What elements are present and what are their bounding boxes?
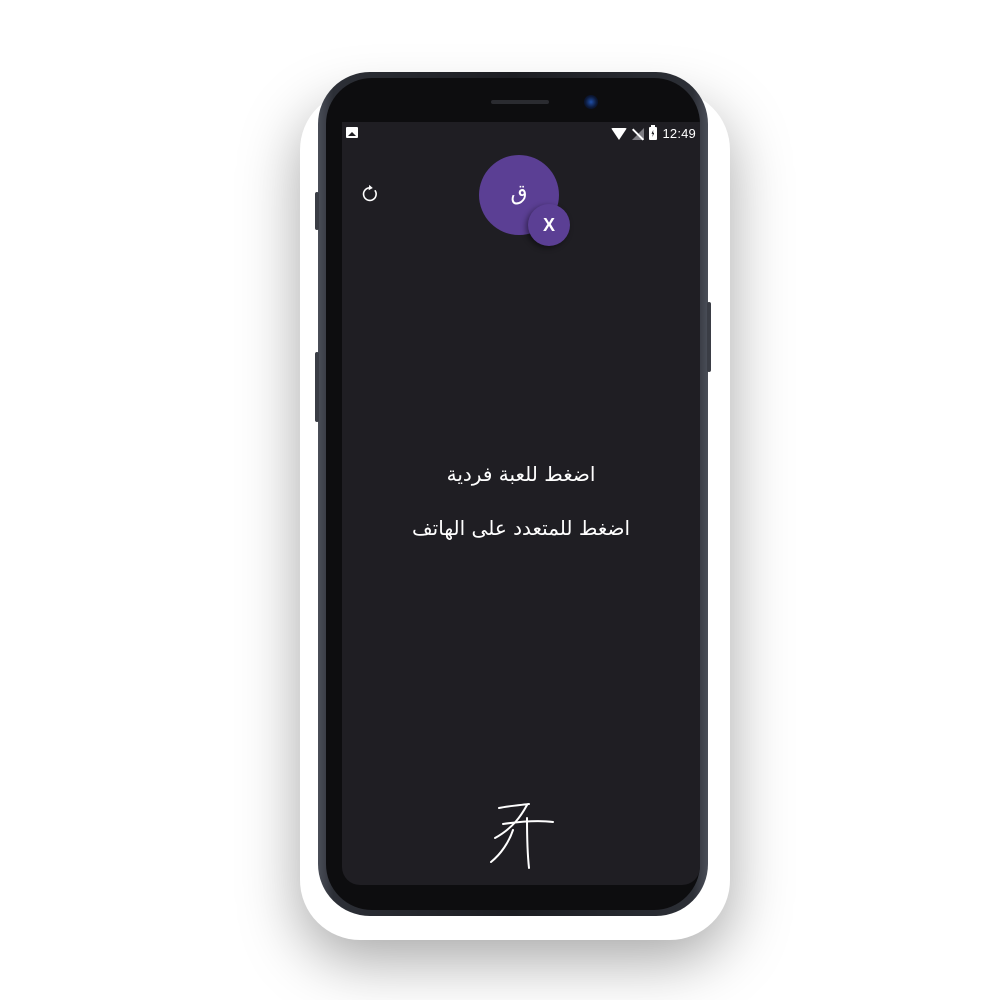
opponent-badge-letter: X <box>542 214 555 235</box>
front-camera <box>584 95 598 109</box>
status-time: 12:49 <box>662 126 696 141</box>
volume-button <box>315 192 319 230</box>
status-bar: 12:49 <box>342 122 700 146</box>
no-signal-icon <box>632 127 645 140</box>
player-avatar-letter: ق <box>510 180 528 206</box>
calligraphy-logo-icon <box>490 803 554 869</box>
bixby-button <box>315 352 319 422</box>
game-mode-menu: اضغط للعبة فردية اضغط للمتعدد على الهاتف <box>342 462 700 540</box>
stage: 12:49 ق X اضغط للعبة فردية اضغط للمتعدد … <box>0 0 1000 1000</box>
opponent-badge[interactable]: X <box>528 204 570 246</box>
image-notification-icon <box>346 127 358 138</box>
refresh-button[interactable] <box>360 184 380 204</box>
wifi-icon <box>611 127 628 140</box>
status-indicators: 12:49 <box>611 125 696 141</box>
phone-bezel: 12:49 ق X اضغط للعبة فردية اضغط للمتعدد … <box>326 78 700 910</box>
app-logo <box>487 800 557 870</box>
multiplayer-option[interactable]: اضغط للمتعدد على الهاتف <box>342 516 700 540</box>
app-screen: 12:49 ق X اضغط للعبة فردية اضغط للمتعدد … <box>342 122 700 885</box>
battery-charging-icon <box>649 125 658 140</box>
refresh-icon <box>362 184 377 202</box>
single-player-option[interactable]: اضغط للعبة فردية <box>342 462 700 486</box>
earpiece-speaker <box>491 100 549 104</box>
power-button <box>707 302 711 372</box>
phone-frame: 12:49 ق X اضغط للعبة فردية اضغط للمتعدد … <box>315 72 711 916</box>
